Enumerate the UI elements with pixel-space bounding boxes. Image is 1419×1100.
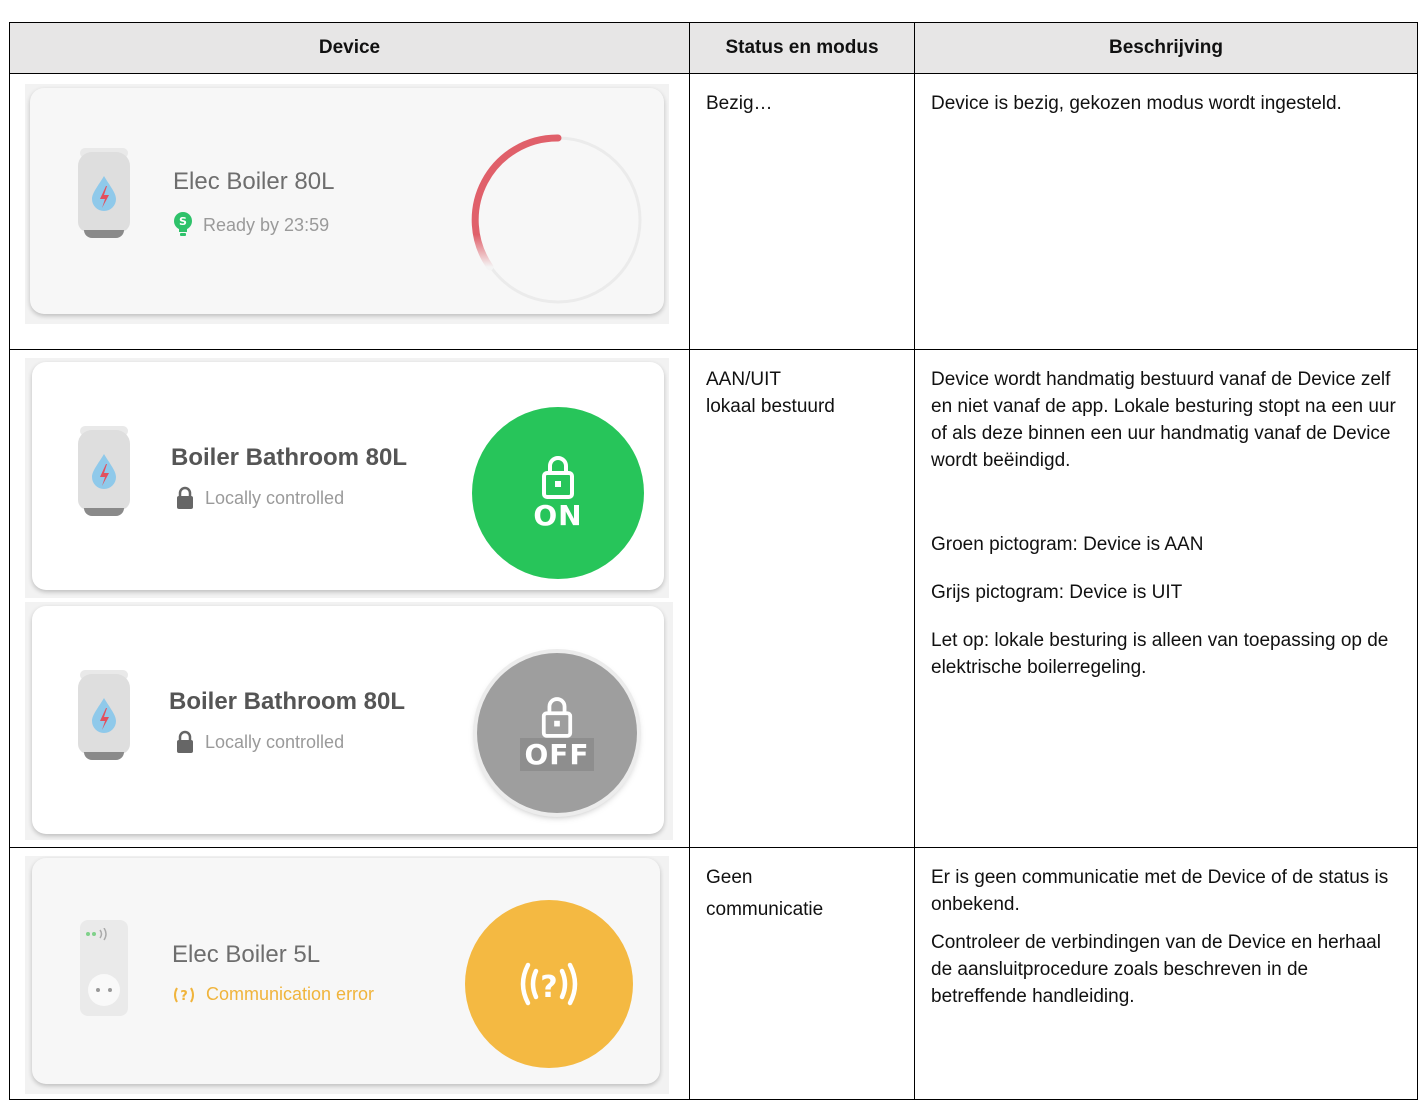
lock-icon: [542, 455, 574, 499]
status-table: Device Status en modus Beschrijving Elec…: [9, 22, 1418, 1100]
device-subtitle-text: Locally controlled: [205, 731, 345, 752]
communication-error-button[interactable]: ?: [465, 900, 633, 1068]
svg-text:?: ?: [180, 989, 188, 1004]
device-subtitle-text: Locally controlled: [205, 487, 345, 508]
header-device: Device: [9, 22, 690, 74]
device-subtitle: ? Communication error: [172, 984, 374, 1005]
smart-bulb-icon: S: [174, 212, 192, 236]
device-subtitle: Locally controlled: [175, 730, 344, 754]
table-row: Boiler Bathroom 80L Locally controlled O…: [9, 349, 1418, 848]
status-cell: Bezig…: [689, 73, 915, 350]
device-name: Boiler Bathroom 80L: [169, 688, 406, 715]
status-text: Geen communicatie: [706, 867, 824, 920]
device-card-screenshot: Boiler Bathroom 80L Locally controlled O…: [25, 602, 673, 840]
description-text: Er is geen communicatie met de Device of…: [931, 867, 1389, 1007]
device-cell: Boiler Bathroom 80L Locally controlled O…: [9, 349, 690, 848]
device-card[interactable]: Elec Boiler 5L ? Communication error ?: [32, 858, 660, 1084]
lock-icon: [177, 486, 193, 509]
header-status: Status en modus: [689, 22, 915, 74]
device-name: Boiler Bathroom 80L: [171, 444, 408, 471]
boiler-icon: [76, 666, 132, 766]
device-cell: Elec Boiler 80L S Ready by 23:59: [9, 73, 690, 350]
boiler-icon: [76, 144, 132, 244]
lock-icon: [177, 730, 193, 753]
device-card-screenshot: Elec Boiler 80L S Ready by 23:59: [25, 84, 669, 324]
description-text: Device wordt handmatig bestuurd vanaf de…: [931, 369, 1396, 678]
header-description: Beschrijving: [914, 22, 1418, 74]
device-card-screenshot: Elec Boiler 5L ? Communication error ?: [25, 856, 669, 1094]
off-label: OFF: [520, 737, 594, 771]
on-toggle-button[interactable]: ON: [472, 407, 644, 579]
device-subtitle-text: Ready by 23:59: [203, 214, 330, 235]
device-card-screenshot: Boiler Bathroom 80L Locally controlled O…: [25, 358, 669, 598]
signal-question-icon: ?: [174, 987, 194, 1004]
smart-plug-icon: [76, 916, 132, 1026]
description-cell: Device is bezig, gekozen modus wordt ing…: [914, 73, 1418, 350]
status-cell: Geen communicatie: [689, 847, 915, 1100]
status-text: Bezig…: [706, 93, 773, 114]
boiler-icon: [76, 422, 132, 522]
table-row: Elec Boiler 80L S Ready by 23:59 Bezig… …: [9, 73, 1418, 350]
description-text: Device is bezig, gekozen modus wordt ing…: [931, 93, 1342, 114]
device-name: Elec Boiler 5L: [172, 941, 321, 968]
off-toggle-button[interactable]: OFF: [477, 653, 637, 813]
device-card[interactable]: Elec Boiler 80L S Ready by 23:59: [30, 88, 664, 314]
description-cell: Device wordt handmatig bestuurd vanaf de…: [914, 349, 1418, 848]
status-text: AAN/UIT lokaal bestuurd: [706, 369, 835, 417]
description-cell: Er is geen communicatie met de Device of…: [914, 847, 1418, 1100]
device-cell: Elec Boiler 5L ? Communication error ?: [9, 847, 690, 1100]
signal-question-icon: ?: [520, 962, 578, 1006]
lock-icon: [541, 696, 573, 738]
table-header-row: Device Status en modus Beschrijving: [9, 22, 1418, 74]
progress-ring-icon: [471, 134, 642, 304]
device-card[interactable]: Boiler Bathroom 80L Locally controlled O…: [32, 606, 664, 834]
status-cell: AAN/UIT lokaal bestuurd: [689, 349, 915, 848]
svg-text:?: ?: [540, 970, 557, 1005]
svg-text:S: S: [179, 215, 187, 228]
device-subtitle: Locally controlled: [175, 486, 344, 510]
device-subtitle-text: Communication error: [206, 984, 375, 1004]
device-name: Elec Boiler 80L: [173, 168, 335, 195]
on-label: ON: [533, 498, 583, 532]
table-row: Elec Boiler 5L ? Communication error ? G…: [9, 847, 1418, 1100]
device-card[interactable]: Boiler Bathroom 80L Locally controlled O…: [32, 362, 664, 590]
device-subtitle: S Ready by 23:59: [173, 212, 329, 238]
